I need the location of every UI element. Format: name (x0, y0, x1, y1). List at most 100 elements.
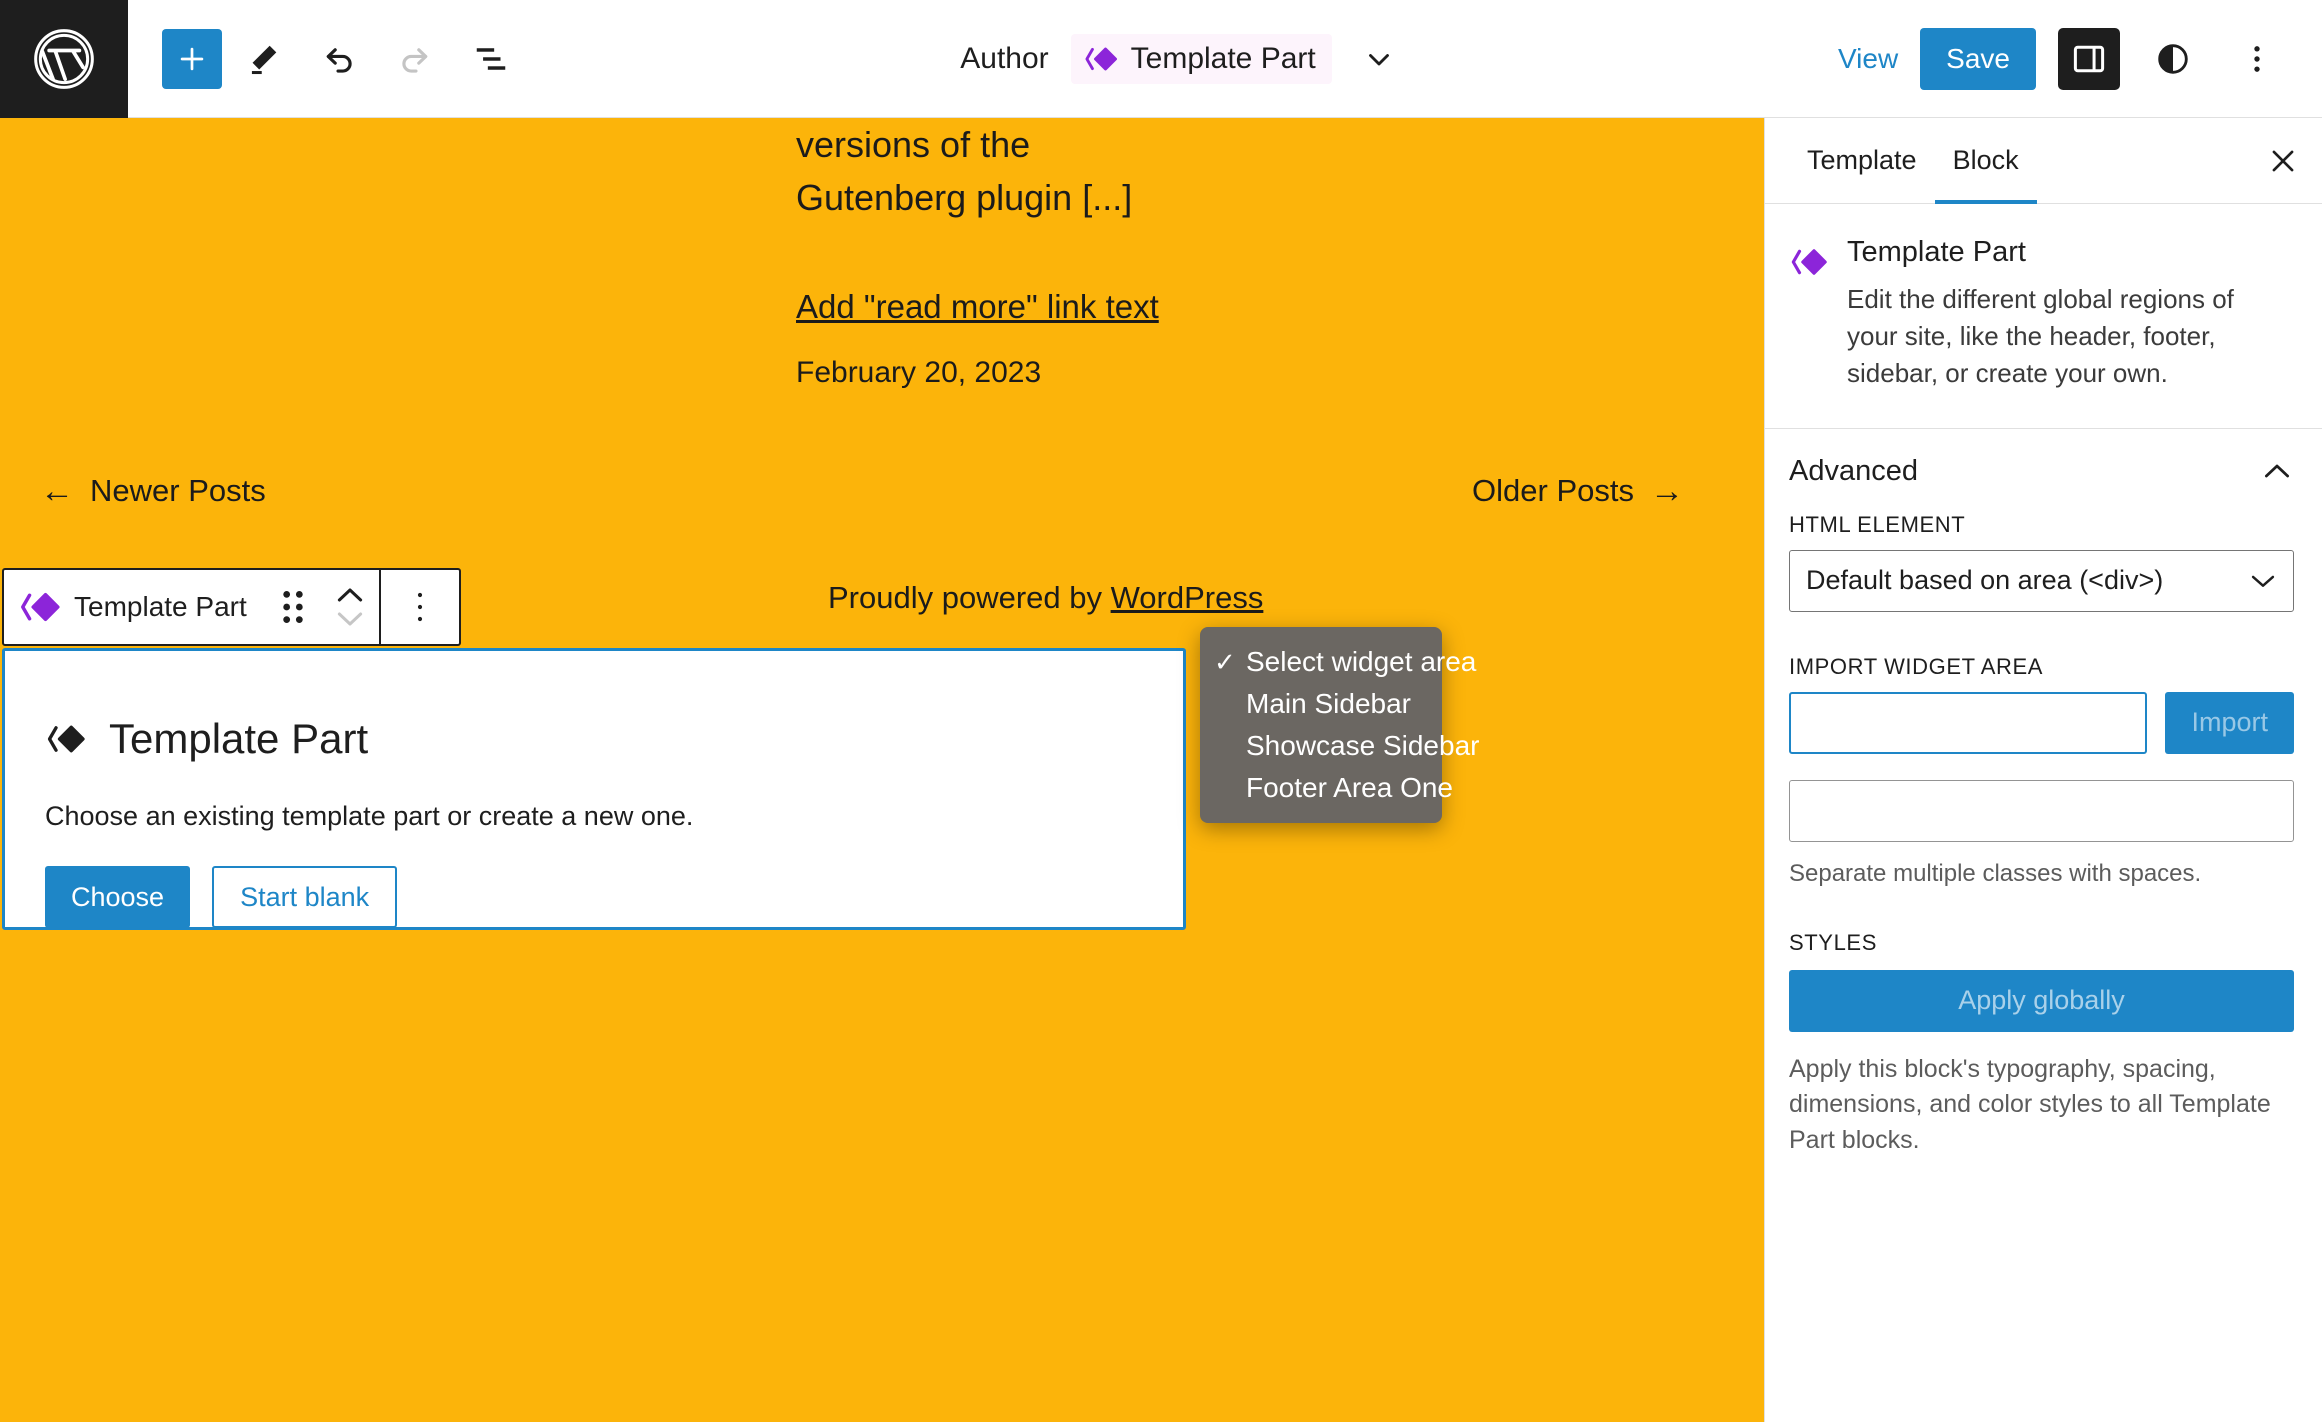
placeholder-description: Choose an existing template part or crea… (45, 801, 694, 831)
list-view-icon (476, 47, 506, 70)
wordpress-logo-icon[interactable] (0, 0, 128, 118)
template-part-placeholder[interactable]: Template Part Choose an existing templat… (2, 648, 1186, 930)
widget-area-dropdown-menu[interactable]: ✓ Select widget area Main Sidebar Showca… (1200, 627, 1479, 823)
add-block-button[interactable] (162, 28, 222, 89)
widget-area-option-select-widget-area[interactable]: ✓ Select widget area (1200, 641, 1476, 683)
advanced-panel-body: HTML ELEMENT Default based on area (<div… (1765, 512, 2322, 1159)
document-bar: Author Template Part (526, 33, 1838, 84)
undo-arrow-icon (326, 47, 352, 73)
document-title-chip[interactable]: Template Part (1070, 33, 1332, 84)
widget-area-option-footer-area-one[interactable]: Footer Area One (1200, 767, 1453, 809)
apply-globally-description: Apply this block's typography, spacing, … (1789, 1054, 2271, 1154)
older-posts-label: Older Posts (1472, 473, 1634, 508)
edit-tool-button[interactable] (228, 24, 298, 94)
arrow-right-icon: → (1650, 472, 1684, 510)
redo-arrow-icon (402, 47, 428, 73)
import-widget-area-label: IMPORT WIDGET AREA (1789, 653, 2044, 679)
html-element-value: Default based on area (<div>) (1806, 565, 2164, 596)
vertical-ellipsis-icon (2254, 45, 2260, 72)
block-card: Template Part Edit the different global … (1765, 204, 2322, 429)
newer-posts-link[interactable]: ← Newer Posts (40, 473, 266, 509)
additional-css-classes-input[interactable] (1789, 779, 2294, 842)
check-icon: ✓ (1214, 646, 1236, 677)
block-toolbar-label: Template Part (74, 591, 247, 622)
undo-button[interactable] (304, 24, 374, 94)
plus-icon (180, 47, 204, 70)
powered-by-text: Proudly powered by WordPress (828, 580, 1263, 616)
chevron-down-icon[interactable] (335, 610, 365, 628)
block-card-description: Edit the different global regions of you… (1847, 284, 2234, 388)
advanced-panel-header[interactable]: Advanced (1765, 429, 2322, 512)
option-label: Showcase Sidebar (1246, 730, 1480, 761)
wordpress-site-editor: Author Template Part View Save versions … (0, 0, 2322, 1422)
chevron-up-icon[interactable] (335, 586, 365, 604)
post-date: February 20, 2023 (796, 356, 1042, 389)
block-toolbar-main-group: Template Part (4, 570, 379, 644)
post-excerpt-text: versions of the Gutenberg plugin [...] (796, 124, 1133, 219)
placeholder-actions: Choose Start blank (45, 866, 1143, 928)
template-part-icon (1085, 47, 1117, 70)
advanced-panel-title: Advanced (1789, 454, 1918, 487)
widget-area-option-main-sidebar[interactable]: Main Sidebar (1200, 683, 1442, 725)
settings-sidebar: Template Block Template Part Edit the di… (1764, 118, 2322, 1422)
apply-globally-button[interactable]: Apply globally (1789, 969, 2294, 1032)
settings-sidebar-toggle[interactable] (2058, 27, 2120, 90)
widget-area-option-showcase-sidebar[interactable]: Showcase Sidebar (1200, 725, 1479, 767)
close-sidebar-button[interactable] (2252, 130, 2314, 192)
editor-canvas: versions of the Gutenberg plugin [...] A… (0, 118, 1764, 1422)
template-part-icon[interactable] (18, 585, 62, 629)
placeholder-title: Template Part (109, 715, 369, 762)
document-type-label: Author (960, 41, 1049, 75)
block-toolbar: Template Part (2, 568, 461, 646)
editor-options-button[interactable] (2226, 28, 2288, 90)
styles-button[interactable] (2142, 28, 2204, 90)
drag-handle-icon (283, 590, 303, 624)
powered-by-prefix: Proudly powered by (828, 580, 1111, 615)
document-dropdown-button[interactable] (1354, 34, 1404, 84)
half-circle-contrast-icon (2158, 43, 2188, 74)
wordpress-link[interactable]: WordPress (1111, 580, 1264, 615)
css-classes-helper-text: Separate multiple classes with spaces. (1789, 859, 2202, 887)
posts-pagination: ← Newer Posts Older Posts → (0, 473, 1764, 533)
view-link[interactable]: View (1838, 43, 1898, 75)
html-element-label: HTML ELEMENT (1789, 511, 1966, 537)
block-card-title: Template Part (1847, 236, 2026, 268)
redo-button[interactable] (380, 24, 450, 94)
read-more-link[interactable]: Add "read more" link text (796, 288, 1159, 326)
html-element-select[interactable]: Default based on area (<div>) (1789, 549, 2294, 612)
tab-template[interactable]: Template (1789, 118, 1935, 204)
option-label: Main Sidebar (1246, 688, 1411, 719)
list-view-button[interactable] (456, 24, 526, 94)
widget-area-select[interactable] (1789, 691, 2148, 754)
editor-header: Author Template Part View Save (0, 0, 2322, 118)
header-left-tools (128, 24, 526, 94)
option-label: Footer Area One (1246, 772, 1454, 803)
block-more-options-button[interactable] (381, 570, 459, 644)
arrow-left-icon: ← (40, 472, 74, 510)
sidebar-tabs: Template Block (1765, 118, 2322, 204)
import-button[interactable]: Import (2165, 691, 2294, 754)
block-move-controls (321, 586, 379, 628)
template-part-icon (47, 725, 85, 753)
block-drag-handle[interactable] (265, 570, 321, 644)
start-blank-button[interactable]: Start blank (212, 866, 398, 928)
option-label: Select widget area (1246, 646, 1477, 677)
header-right-tools: View Save (1838, 27, 2322, 90)
chevron-up-icon (2265, 464, 2289, 478)
document-title: Template Part (1130, 41, 1316, 75)
save-button[interactable]: Save (1920, 27, 2036, 90)
tab-block[interactable]: Block (1935, 118, 2037, 204)
close-x-icon (2272, 150, 2294, 171)
template-part-icon (1791, 249, 1827, 275)
sidebar-panel-icon (2073, 45, 2105, 72)
newer-posts-label: Newer Posts (90, 473, 266, 508)
import-widget-area-row: Import (1789, 691, 2294, 754)
vertical-ellipsis-icon (417, 592, 422, 622)
pencil-icon (251, 45, 277, 74)
chevron-down-icon (1368, 53, 1389, 65)
older-posts-link[interactable]: Older Posts → (1472, 473, 1684, 509)
choose-button[interactable]: Choose (45, 866, 191, 928)
chevron-down-icon (2249, 572, 2277, 590)
styles-section-label: STYLES (1789, 929, 1877, 955)
placeholder-title-row: Template Part (45, 715, 1143, 763)
